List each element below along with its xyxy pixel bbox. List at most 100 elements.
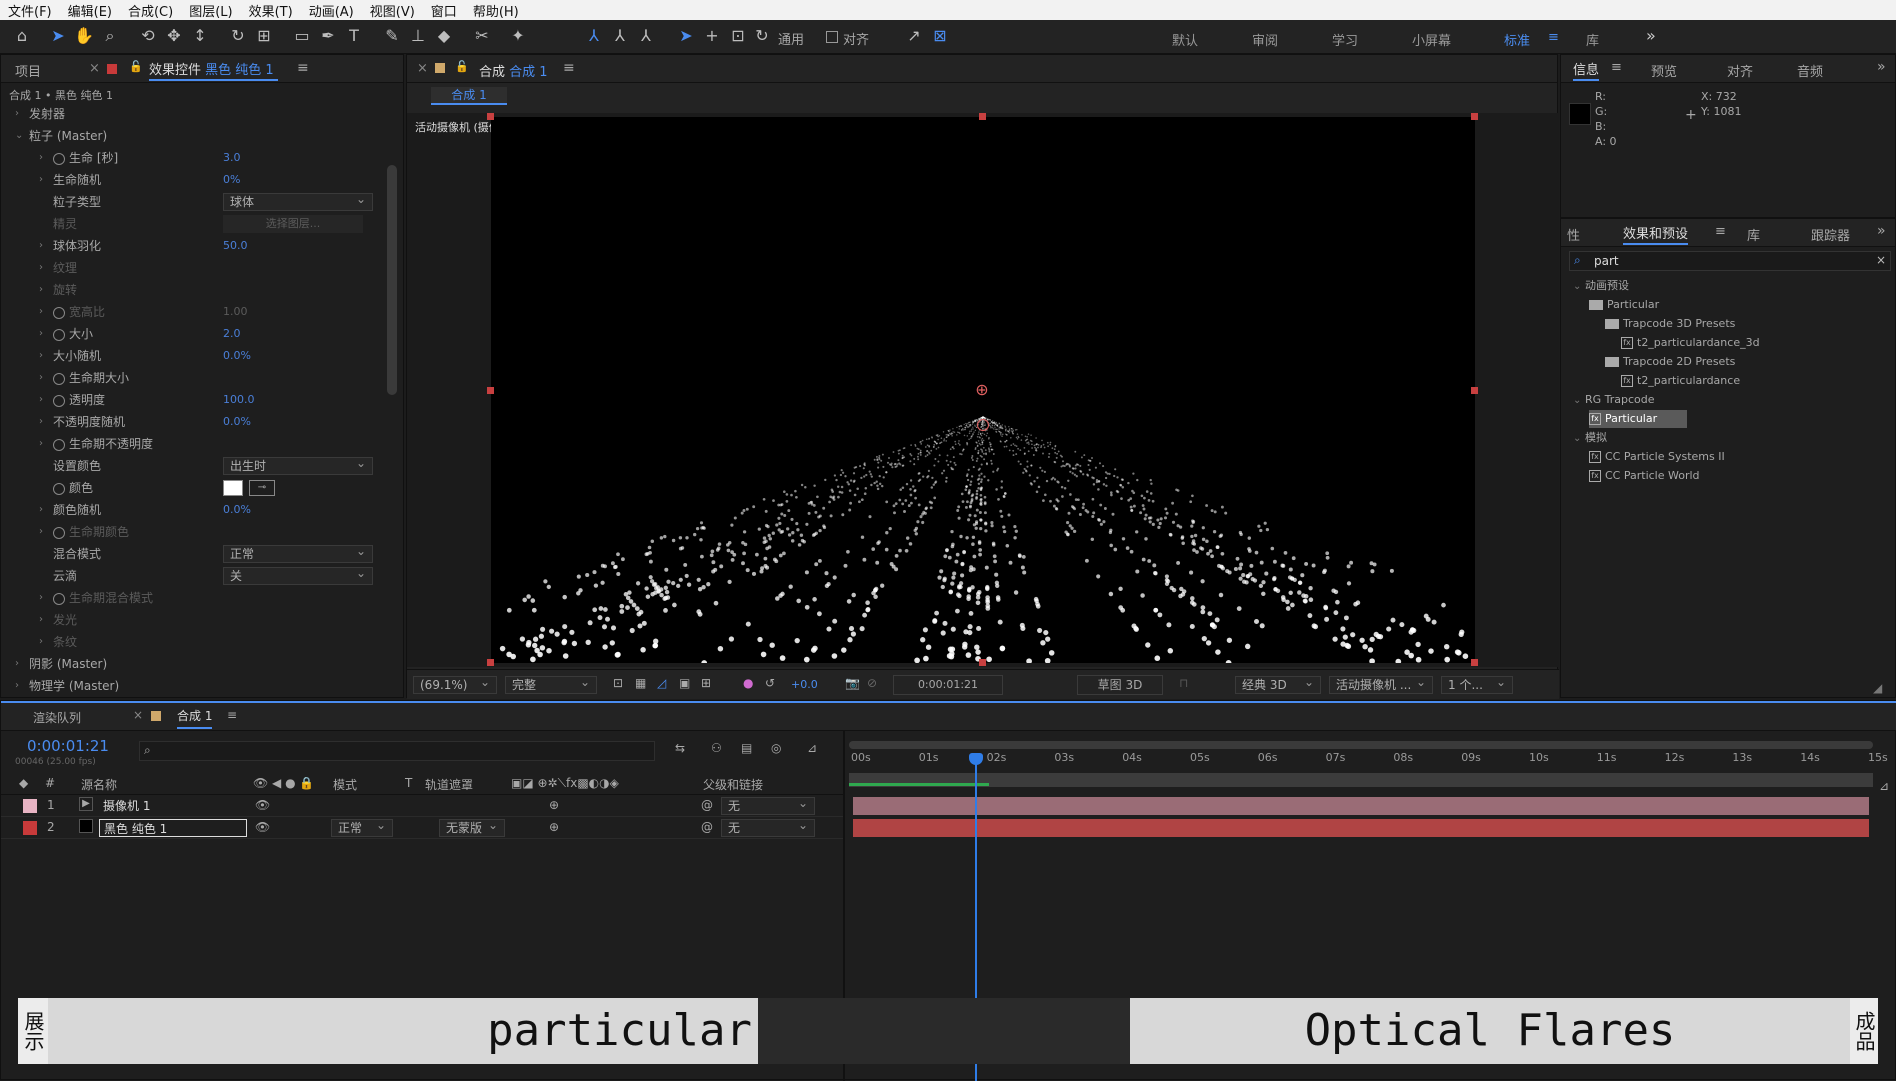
zoom-tool-icon[interactable]: ⌕ — [100, 26, 120, 46]
tab-effects-presets[interactable]: 效果和预设 — [1623, 223, 1689, 245]
effect-row[interactable]: › 生命随机 0% — [1, 169, 385, 191]
mask-visibility-icon[interactable]: ◿ — [657, 676, 666, 690]
presets-search-box[interactable]: ⌕ part × — [1569, 251, 1891, 271]
effect-row[interactable]: › 宽高比 1.00 — [1, 301, 385, 323]
move-icon[interactable]: + — [702, 26, 722, 46]
layer-duration-bar[interactable] — [853, 819, 1869, 837]
grid-icon[interactable]: ⊞ — [701, 676, 711, 690]
menu-item-2[interactable]: 合成(C) — [120, 1, 181, 20]
workspace-review[interactable]: 审阅 — [1252, 30, 1278, 49]
align-checkbox[interactable] — [826, 31, 838, 43]
preset-tree-item[interactable]: fx t2_particulardance_3d — [1621, 334, 1760, 352]
effect-row[interactable]: ⌄ 粒子 (Master) — [1, 125, 385, 147]
stopwatch-icon[interactable] — [53, 372, 65, 385]
tab-info[interactable]: 信息 — [1573, 59, 1600, 81]
close-icon[interactable]: × — [89, 61, 100, 76]
expand-caret-icon[interactable]: › — [39, 345, 51, 367]
stopwatch-icon[interactable] — [53, 592, 65, 605]
rotate-tool-icon[interactable]: ↻ — [228, 26, 248, 46]
effect-row[interactable]: 混合模式 正常 — [1, 543, 385, 565]
stopwatch-icon[interactable] — [53, 438, 65, 451]
handle-top-right[interactable] — [1471, 113, 1478, 120]
menu-item-1[interactable]: 编辑(E) — [60, 1, 120, 20]
preset-tree-item[interactable]: Trapcode 2D Presets — [1605, 353, 1735, 371]
tab-libraries[interactable]: 库 — [1747, 225, 1760, 244]
show-snapshot-icon[interactable]: ⊘ — [867, 676, 877, 690]
parent-dropdown[interactable]: 无 — [721, 817, 815, 837]
handle-mid-left[interactable] — [487, 387, 494, 394]
selection-tool-icon[interactable]: ➤ — [48, 26, 68, 46]
more-panels-icon-2[interactable]: » — [1877, 223, 1886, 239]
layer-name[interactable]: 黑色 纯色 1 — [99, 819, 247, 837]
search-input[interactable]: part — [1594, 254, 1619, 268]
zoom-dropdown[interactable]: (69.1%) — [413, 674, 497, 694]
preset-tree-item[interactable]: fx Particular — [1589, 410, 1688, 428]
parent-dropdown[interactable]: 无 — [721, 795, 815, 815]
orbit-tool-icon[interactable]: ⟲ — [138, 26, 158, 46]
shy-layers-icon[interactable]: ⚇ — [711, 741, 722, 755]
effect-row[interactable]: › 阴影 (Master) — [1, 653, 385, 675]
blend-mode-dropdown[interactable]: 正常 — [331, 817, 393, 837]
effects-scrollbar[interactable] — [387, 165, 397, 395]
preset-tree-item[interactable]: ⌄ 动画预设 — [1573, 277, 1629, 295]
timeline-close-icon[interactable]: × — [133, 708, 143, 722]
visibility-eye-icon[interactable]: 👁 — [255, 820, 270, 834]
expand-caret-icon[interactable]: › — [39, 521, 51, 543]
preset-tree-item[interactable]: fx CC Particle Systems II — [1589, 448, 1725, 466]
preset-tree-item[interactable]: Trapcode 3D Presets — [1605, 315, 1735, 333]
menu-item-3[interactable]: 图层(L) — [181, 1, 240, 20]
effect-row[interactable]: › 透明度 100.0 — [1, 389, 385, 411]
transparency-grid-icon[interactable]: ▦ — [635, 676, 646, 690]
effect-dropdown[interactable]: 正常 — [223, 543, 373, 563]
effect-row[interactable]: 云滴 关 — [1, 565, 385, 587]
tab-timeline-comp[interactable]: 合成 1 — [177, 707, 213, 729]
layer-label-swatch[interactable] — [23, 799, 37, 813]
layer-name[interactable]: 摄像机 1 — [99, 797, 154, 815]
col-source-name[interactable]: 源名称 — [81, 776, 117, 793]
motion-blur-icon[interactable]: ◎ — [771, 741, 781, 755]
expand-caret-icon[interactable]: › — [39, 433, 51, 455]
expand-caret-icon[interactable]: › — [39, 389, 51, 411]
frame-blending-icon[interactable]: ▤ — [741, 741, 752, 755]
effect-row[interactable]: › 发射器 — [1, 103, 385, 125]
comp-lock-icon[interactable]: 🔓 — [455, 60, 469, 73]
effect-value[interactable]: 2.0 — [223, 323, 241, 345]
tab-preview[interactable]: 预览 — [1651, 61, 1677, 80]
effect-row[interactable]: 设置颜色 出生时 — [1, 455, 385, 477]
dolly-tool-icon[interactable]: ↕ — [190, 26, 210, 46]
tab-align[interactable]: 对齐 — [1727, 61, 1753, 80]
anchor-point-icon[interactable]: ⊕ — [973, 381, 991, 399]
timeline-search[interactable]: ⌕ — [139, 741, 655, 761]
pickwhip-icon[interactable]: @ — [701, 798, 713, 812]
snapping-icon[interactable]: ⊠ — [930, 26, 950, 46]
timeline-zoom-icon[interactable]: ⊿ — [1879, 779, 1889, 793]
scale-icon[interactable]: ⊡ — [728, 26, 748, 46]
stopwatch-icon[interactable] — [53, 328, 65, 341]
hand-tool-icon[interactable]: ✋ — [74, 26, 94, 46]
preset-tree-item[interactable]: ⌄ RG Trapcode — [1573, 391, 1655, 409]
region-icon[interactable]: ⊡ — [613, 676, 623, 690]
expand-caret-icon[interactable]: › — [39, 631, 51, 653]
text-tool-icon[interactable]: T — [344, 26, 364, 46]
effect-row[interactable]: › 旋转 — [1, 279, 385, 301]
stopwatch-icon[interactable] — [53, 482, 65, 495]
effect-row[interactable]: › 大小 2.0 — [1, 323, 385, 345]
channel-icon[interactable]: ● — [743, 676, 753, 690]
workspace-library[interactable]: 库 — [1586, 30, 1599, 49]
comp-canvas[interactable]: ⊕ — [487, 113, 1478, 666]
eyedropper-icon[interactable]: ⊸ — [249, 480, 275, 496]
panel-menu-icon[interactable]: ≡ — [297, 60, 309, 76]
tab-composition[interactable]: 合成 合成 1 — [479, 61, 548, 80]
renderer-dropdown[interactable]: 经典 3D — [1235, 674, 1321, 694]
axis-view-icon[interactable]: ⅄ — [636, 26, 656, 46]
comp-menu-icon[interactable]: ≡ — [563, 60, 575, 76]
tab-project[interactable]: 项目 — [15, 61, 41, 80]
effect-row[interactable]: › 条纹 — [1, 631, 385, 653]
reset-exposure-icon[interactable]: ↺ — [765, 676, 775, 690]
choose-layer-button[interactable]: 选择图层... — [223, 215, 363, 233]
tab-tracker[interactable]: 跟踪器 — [1811, 225, 1850, 244]
handle-bottom-center[interactable] — [979, 659, 986, 666]
handle-bottom-left[interactable] — [487, 659, 494, 666]
workspace-default[interactable]: 默认 — [1172, 30, 1198, 49]
effect-row[interactable]: › 生命期混合模式 — [1, 587, 385, 609]
